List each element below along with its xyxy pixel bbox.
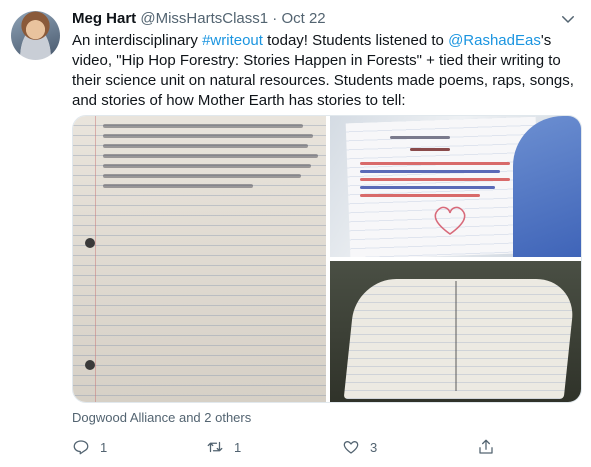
tweet-date[interactable]: Oct 22 xyxy=(281,10,325,27)
heart-drawing xyxy=(434,206,466,235)
photo-binder-hole xyxy=(85,360,95,370)
media-grid xyxy=(72,115,582,403)
user-handle[interactable]: @MissHartsClass1 xyxy=(140,10,268,27)
like-button[interactable]: 3 xyxy=(342,437,377,457)
photo-handwriting xyxy=(103,154,318,158)
photo-handwriting xyxy=(103,164,311,168)
photo-poem-sheet[interactable] xyxy=(330,116,581,257)
photo-handwriting xyxy=(103,184,253,188)
tweet[interactable]: Meg Hart @MissHartsClass1 · Oct 22 An in… xyxy=(0,0,591,467)
photo-notebook xyxy=(343,279,577,399)
heart-icon xyxy=(343,441,359,454)
photo-handwriting xyxy=(410,148,450,151)
like-count: 3 xyxy=(370,439,378,455)
retweet-button[interactable]: 1 xyxy=(206,437,241,457)
share-icon xyxy=(479,439,493,454)
photo-handwriting xyxy=(360,186,495,189)
reply-button[interactable]: 1 xyxy=(72,437,107,457)
photo-handwriting xyxy=(360,162,510,165)
avatar[interactable] xyxy=(11,11,60,60)
photo-handwriting xyxy=(360,170,500,173)
photo-handwriting xyxy=(103,134,313,138)
tweet-text: An interdisciplinary #writeout today! St… xyxy=(72,31,582,111)
share-button[interactable] xyxy=(477,437,495,457)
photo-handwriting xyxy=(360,194,480,197)
photo-binder-hole xyxy=(85,238,95,248)
photo-notebook-page[interactable] xyxy=(73,116,326,402)
photo-handwriting xyxy=(360,178,510,181)
photo-margin-line xyxy=(95,116,96,402)
photo-hand xyxy=(513,116,581,257)
liked-by-text[interactable]: Dogwood Alliance and 2 others xyxy=(72,409,251,426)
display-name[interactable]: Meg Hart xyxy=(72,10,136,27)
photo-open-notebook[interactable] xyxy=(330,261,581,402)
action-bar: 1 1 3 xyxy=(72,437,495,457)
tweet-text-part: An interdisciplinary xyxy=(72,32,203,49)
photo-notebook-spine xyxy=(455,281,457,391)
retweet-icon xyxy=(207,441,223,453)
reply-count: 1 xyxy=(100,439,108,455)
mention-link[interactable]: @RashadEas xyxy=(448,32,541,49)
reply-icon xyxy=(73,440,89,455)
photo-handwriting xyxy=(103,144,308,148)
tweet-text-part: today! Students listened to xyxy=(262,32,449,49)
header-separator: · xyxy=(272,10,278,27)
photo-handwriting xyxy=(390,136,450,139)
photo-handwriting xyxy=(103,174,301,178)
photo-handwriting xyxy=(103,124,303,128)
chevron-down-icon[interactable] xyxy=(559,10,577,28)
retweet-count: 1 xyxy=(234,439,242,455)
hashtag-link[interactable]: #writeout xyxy=(202,32,263,49)
tweet-header: Meg Hart @MissHartsClass1 · Oct 22 xyxy=(72,9,326,29)
